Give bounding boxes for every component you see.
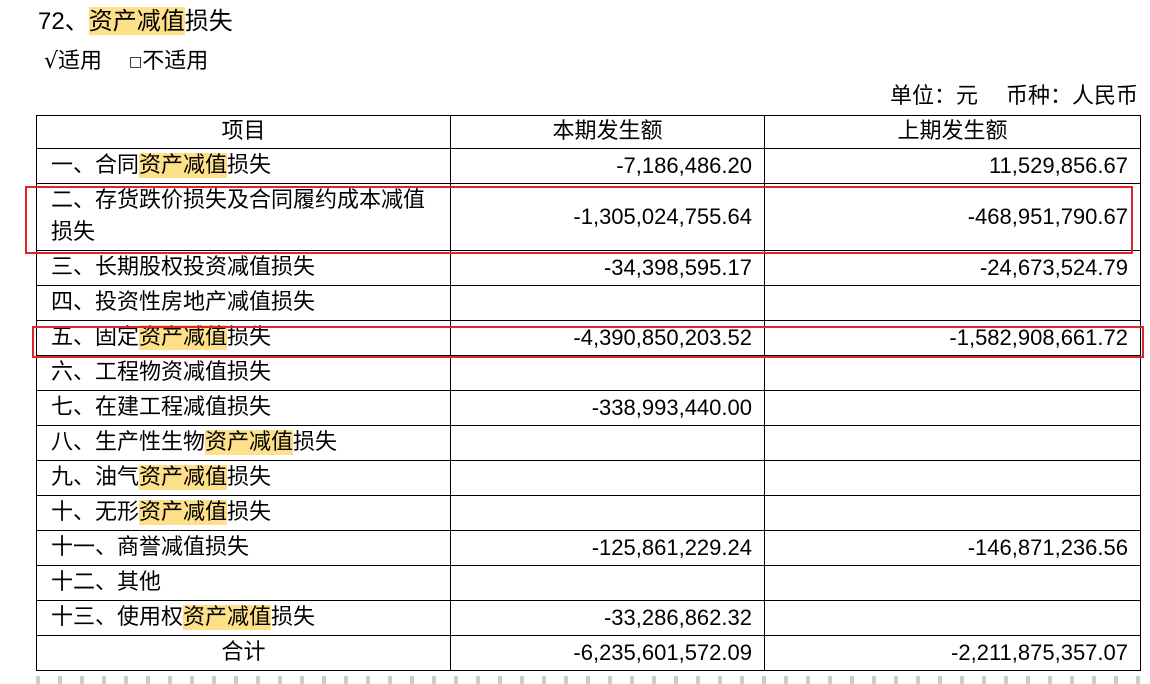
row-current-value: -7,186,486.20	[450, 148, 765, 184]
section-number: 72、	[38, 8, 89, 35]
row-previous-value: -1,582,908,661.72	[764, 320, 1141, 356]
row-item-text: 七、在建工程减值损失	[51, 395, 272, 420]
row-current-value	[450, 425, 765, 461]
table-row: 八、生产性生物资产减值损失	[36, 425, 1141, 461]
row-item-label: 十三、使用权资产减值损失	[36, 600, 451, 636]
table-total-row: 合计 -6,235,601,572.09 -2,211,875,357.07	[36, 635, 1141, 671]
table-row: 一、合同资产减值损失 -7,186,486.20 11,529,856.67	[36, 148, 1141, 184]
row-item-highlight: 资产减值	[139, 500, 228, 525]
row-item-label: 四、投资性房地产减值损失	[36, 285, 451, 321]
table-row: 五、固定资产减值损失 -4,390,850,203.52 -1,582,908,66…	[36, 320, 1141, 356]
table-row: 十三、使用权资产减值损失 -33,286,862.32	[36, 600, 1141, 636]
row-item-suffix: 损失	[271, 605, 316, 630]
row-previous-value	[764, 565, 1141, 601]
row-item-highlight: 资产减值	[139, 325, 228, 350]
total-current-value: -6,235,601,572.09	[450, 635, 765, 671]
table-row: 十、无形资产减值损失	[36, 495, 1141, 531]
row-item-suffix: 损失	[227, 465, 272, 490]
row-item-text: 十二、其他	[51, 570, 162, 595]
section-title-rest: 损失	[184, 7, 233, 35]
header-current-period: 本期发生额	[450, 115, 765, 149]
section-title: 72、资产减值损失	[38, 4, 233, 39]
checkbox-empty-icon: □	[129, 54, 143, 70]
row-current-value: -125,861,229.24	[450, 530, 765, 566]
row-previous-value	[764, 425, 1141, 461]
row-item-suffix: 损失	[227, 153, 272, 178]
row-previous-value: -468,951,790.67	[764, 183, 1141, 251]
unit-label: 单位：元	[889, 84, 978, 109]
row-current-value: -338,993,440.00	[450, 390, 765, 426]
row-item-text: 三、长期股权投资减值损失	[51, 255, 316, 280]
table-row: 四、投资性房地产减值损失	[36, 285, 1141, 321]
row-item-text: 二、存货跌价损失及合同履约成本减值损失	[51, 188, 426, 245]
row-item-label: 一、合同资产减值损失	[36, 148, 451, 184]
row-item-text: 六、工程物资减值损失	[51, 360, 272, 385]
applicable-option: √适用	[44, 49, 103, 74]
section-title-highlight: 资产减值	[88, 7, 185, 35]
table-row: 十二、其他	[36, 565, 1141, 601]
row-item-highlight: 资产减值	[205, 430, 294, 455]
row-previous-value: -146,871,236.56	[764, 530, 1141, 566]
row-previous-value: -24,673,524.79	[764, 250, 1141, 286]
table-row: 九、油气资产减值损失	[36, 460, 1141, 496]
row-item-text: 四、投资性房地产减值损失	[51, 290, 316, 315]
not-applicable-option: 不适用	[142, 49, 209, 74]
row-item-text: 十、无形	[51, 500, 140, 525]
row-item-label: 三、长期股权投资减值损失	[36, 250, 451, 286]
row-current-value: -33,286,862.32	[450, 600, 765, 636]
table-row: 七、在建工程减值损失 -338,993,440.00	[36, 390, 1141, 426]
row-current-value	[450, 285, 765, 321]
row-item-text: 十三、使用权	[51, 605, 184, 630]
row-item-label: 十、无形资产减值损失	[36, 495, 451, 531]
row-current-value: -4,390,850,203.52	[450, 320, 765, 356]
row-item-label: 六、工程物资减值损失	[36, 355, 451, 391]
applicability-line: √适用 □不适用	[44, 46, 208, 78]
row-item-label: 二、存货跌价损失及合同履约成本减值损失	[36, 183, 451, 251]
row-item-label: 八、生产性生物资产减值损失	[36, 425, 451, 461]
row-previous-value	[764, 390, 1141, 426]
row-item-text: 五、固定	[51, 325, 140, 350]
row-item-text: 九、油气	[51, 465, 140, 490]
row-item-text: 一、合同	[51, 153, 140, 178]
row-item-label: 五、固定资产减值损失	[36, 320, 451, 356]
row-current-value	[450, 460, 765, 496]
row-item-label: 七、在建工程减值损失	[36, 390, 451, 426]
row-current-value	[450, 495, 765, 531]
row-previous-value	[764, 600, 1141, 636]
row-item-suffix: 损失	[227, 500, 272, 525]
total-previous-value: -2,211,875,357.07	[764, 635, 1141, 671]
row-item-highlight: 资产减值	[139, 465, 228, 490]
row-previous-value	[764, 495, 1141, 531]
row-previous-value	[764, 355, 1141, 391]
table-header-row: 项目 本期发生额 上期发生额	[36, 115, 1141, 149]
row-item-label: 九、油气资产减值损失	[36, 460, 451, 496]
table-row: 三、长期股权投资减值损失 -34,398,595.17 -24,673,524.79	[36, 250, 1141, 286]
row-previous-value: 11,529,856.67	[764, 148, 1141, 184]
row-current-value: -34,398,595.17	[450, 250, 765, 286]
row-item-label: 十二、其他	[36, 565, 451, 601]
row-item-text: 八、生产性生物	[51, 430, 206, 455]
row-item-text: 十一、商誉减值损失	[51, 535, 250, 560]
header-item: 项目	[36, 115, 451, 149]
row-item-highlight: 资产减值	[183, 605, 272, 630]
currency-label: 币种：人民币	[1005, 84, 1138, 109]
row-current-value: -1,305,024,755.64	[450, 183, 765, 251]
row-current-value	[450, 355, 765, 391]
unit-line: 单位：元 币种：人民币	[890, 82, 1138, 112]
cutoff-text-fragment	[36, 676, 1140, 684]
total-label: 合计	[36, 635, 451, 671]
row-previous-value	[764, 460, 1141, 496]
row-item-highlight: 资产减值	[139, 153, 228, 178]
row-item-suffix: 损失	[293, 430, 338, 455]
table-row: 十一、商誉减值损失 -125,861,229.24 -146,871,236.56	[36, 530, 1141, 566]
row-current-value	[450, 565, 765, 601]
header-previous-period: 上期发生额	[764, 115, 1141, 149]
row-item-label: 十一、商誉减值损失	[36, 530, 451, 566]
row-previous-value	[764, 285, 1141, 321]
asset-impairment-table: 项目 本期发生额 上期发生额 一、合同资产减值损失 -7,186,486.20 11…	[36, 115, 1141, 671]
table-row: 二、存货跌价损失及合同履约成本减值损失 -1,305,024,755.64 -468…	[36, 183, 1141, 251]
table-row: 六、工程物资减值损失	[36, 355, 1141, 391]
row-item-suffix: 损失	[227, 325, 272, 350]
